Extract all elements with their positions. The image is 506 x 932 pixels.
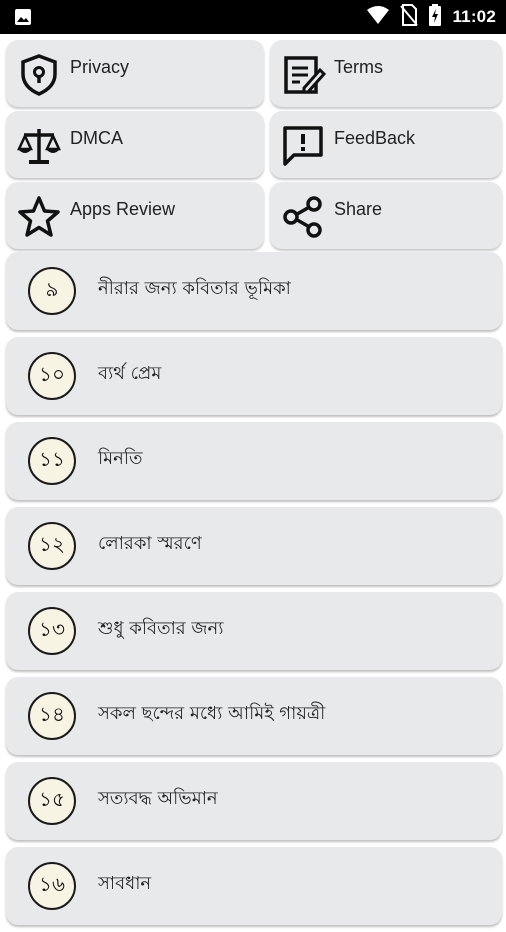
- gallery-icon: [14, 8, 32, 30]
- no-sim-icon: [400, 4, 419, 30]
- apps-review-button[interactable]: Apps Review: [6, 182, 264, 249]
- poem-title: সাবধান: [98, 873, 152, 894]
- share-button[interactable]: Share: [270, 182, 502, 249]
- star-icon: [16, 194, 62, 240]
- feedback-button[interactable]: FeedBack: [270, 111, 502, 178]
- poem-item[interactable]: ১৬ সাবধান: [6, 847, 502, 925]
- poem-number-badge: ১৩: [28, 607, 76, 655]
- poem-title: শুধু কবিতার জন্য: [98, 618, 224, 639]
- poem-list: ৯ নীরার জন্য কবিতার ভূমিকা ১০ ব্যর্থ প্র…: [6, 252, 502, 932]
- terms-button[interactable]: Terms: [270, 40, 502, 107]
- poem-title: নীরার জন্য কবিতার ভূমিকা: [98, 278, 291, 299]
- poem-number-badge: ৯: [28, 267, 76, 315]
- status-bar: 11:02: [0, 0, 506, 34]
- menu-grid: Privacy Terms DMCA FeedBack Apps Review …: [6, 40, 502, 249]
- poem-item[interactable]: ১৫ সত্যবদ্ধ অভিমান: [6, 762, 502, 840]
- shield-lock-icon: [16, 52, 62, 98]
- poem-item[interactable]: ৯ নীরার জন্য কবিতার ভূমিকা: [6, 252, 502, 330]
- clock: 11:02: [452, 7, 496, 26]
- poem-title: লোরকা স্মরণে: [98, 533, 202, 554]
- poem-item[interactable]: ১৩ শুধু কবিতার জন্য: [6, 592, 502, 670]
- share-icon: [280, 194, 326, 240]
- poem-title: মিনতি: [98, 448, 143, 469]
- battery-charging-icon: [428, 4, 442, 30]
- poem-number-badge: ১০: [28, 352, 76, 400]
- poem-title: সকল ছন্দের মধ্যে আমিই গায়ত্রী: [98, 703, 326, 724]
- poem-item[interactable]: ১৪ সকল ছন্দের মধ্যে আমিই গায়ত্রী: [6, 677, 502, 755]
- poem-item[interactable]: ১১ মিনতি: [6, 422, 502, 500]
- apps-review-label: Apps Review: [70, 199, 176, 219]
- poem-title: সত্যবদ্ধ অভিমান: [98, 788, 218, 809]
- dmca-label: DMCA: [70, 128, 123, 148]
- document-edit-icon: [280, 52, 327, 98]
- poem-number-badge: ১৫: [28, 777, 76, 825]
- poem-item[interactable]: ১০ ব্যর্থ প্রেম: [6, 337, 502, 415]
- poem-number-badge: ১৬: [28, 862, 76, 910]
- terms-label: Terms: [334, 57, 383, 77]
- wifi-icon: [366, 5, 390, 29]
- poem-number-badge: ১২: [28, 522, 76, 570]
- dmca-button[interactable]: DMCA: [6, 111, 264, 178]
- privacy-label: Privacy: [70, 57, 130, 77]
- poem-number-badge: ১১: [28, 437, 76, 485]
- share-label: Share: [334, 199, 383, 219]
- scales-icon: [16, 123, 62, 169]
- poem-title: ব্যর্থ প্রেম: [98, 363, 162, 384]
- feedback-label: FeedBack: [334, 128, 416, 148]
- poem-number-badge: ১৪: [28, 692, 76, 740]
- poem-item[interactable]: ১২ লোরকা স্মরণে: [6, 507, 502, 585]
- privacy-button[interactable]: Privacy: [6, 40, 264, 107]
- feedback-icon: [280, 123, 326, 169]
